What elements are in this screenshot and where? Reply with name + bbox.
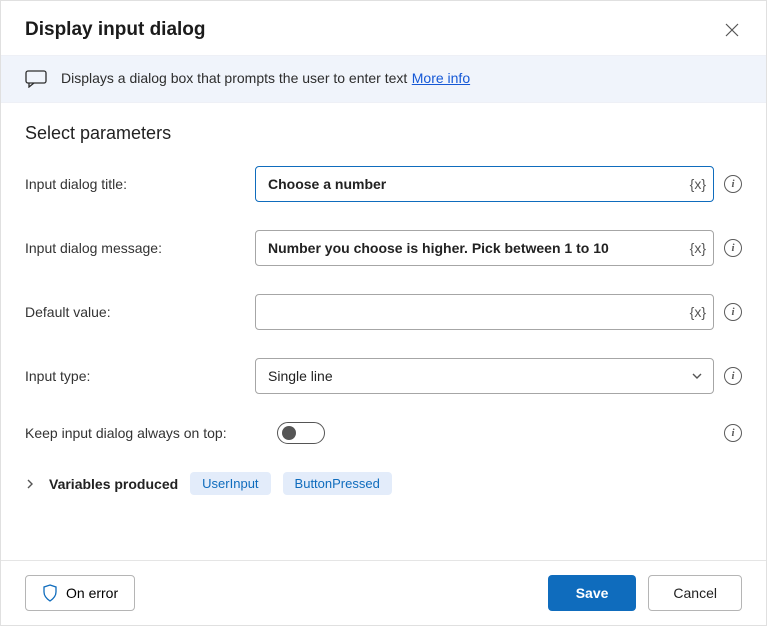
info-icon[interactable]: i bbox=[724, 424, 742, 442]
input-default-value[interactable] bbox=[255, 294, 714, 330]
row-input-dialog-message: Input dialog message: {x} i bbox=[25, 230, 742, 266]
dialog-header: Display input dialog bbox=[1, 1, 766, 55]
variables-produced-row: Variables produced UserInput ButtonPress… bbox=[25, 472, 742, 495]
dialog-body: Select parameters Input dialog title: {x… bbox=[1, 103, 766, 560]
info-icon[interactable]: i bbox=[724, 175, 742, 193]
label-default-value: Default value: bbox=[25, 304, 255, 320]
variable-pill-userinput[interactable]: UserInput bbox=[190, 472, 270, 495]
variable-token-button[interactable]: {x} bbox=[690, 240, 706, 256]
chevron-right-icon bbox=[25, 478, 35, 490]
cancel-button[interactable]: Cancel bbox=[648, 575, 742, 611]
info-bar: Displays a dialog box that prompts the u… bbox=[1, 55, 766, 103]
dialog-title: Display input dialog bbox=[25, 19, 206, 41]
label-keep-on-top: Keep input dialog always on top: bbox=[25, 425, 277, 441]
input-dialog-message[interactable] bbox=[255, 230, 714, 266]
shield-icon bbox=[42, 584, 58, 602]
section-header: Select parameters bbox=[25, 123, 742, 144]
info-icon[interactable]: i bbox=[724, 303, 742, 321]
expand-variables-produced[interactable] bbox=[25, 478, 37, 490]
label-input-dialog-title: Input dialog title: bbox=[25, 176, 255, 192]
on-error-label: On error bbox=[66, 585, 118, 601]
more-info-link[interactable]: More info bbox=[412, 70, 470, 86]
label-input-type: Input type: bbox=[25, 368, 255, 384]
row-default-value: Default value: {x} i bbox=[25, 294, 742, 330]
info-icon[interactable]: i bbox=[724, 239, 742, 257]
variable-token-button[interactable]: {x} bbox=[690, 176, 706, 192]
close-button[interactable] bbox=[722, 20, 742, 40]
info-icon[interactable]: i bbox=[724, 367, 742, 385]
save-button[interactable]: Save bbox=[548, 575, 637, 611]
input-dialog-title[interactable] bbox=[255, 166, 714, 202]
variable-token-button[interactable]: {x} bbox=[690, 304, 706, 320]
dialog-footer: On error Save Cancel bbox=[1, 560, 766, 625]
toggle-knob bbox=[282, 426, 296, 440]
row-input-type: Input type: Single line i bbox=[25, 358, 742, 394]
label-input-dialog-message: Input dialog message: bbox=[25, 240, 255, 256]
select-input-type[interactable]: Single line bbox=[255, 358, 714, 394]
toggle-keep-on-top[interactable] bbox=[277, 422, 325, 444]
row-keep-on-top: Keep input dialog always on top: i bbox=[25, 422, 742, 444]
variables-produced-label: Variables produced bbox=[49, 476, 178, 492]
on-error-button[interactable]: On error bbox=[25, 575, 135, 611]
select-input-type-value: Single line bbox=[268, 368, 333, 384]
row-input-dialog-title: Input dialog title: {x} i bbox=[25, 166, 742, 202]
close-icon bbox=[725, 23, 739, 37]
message-icon bbox=[25, 70, 47, 88]
variable-pill-buttonpressed[interactable]: ButtonPressed bbox=[283, 472, 392, 495]
info-bar-text: Displays a dialog box that prompts the u… bbox=[61, 70, 407, 86]
